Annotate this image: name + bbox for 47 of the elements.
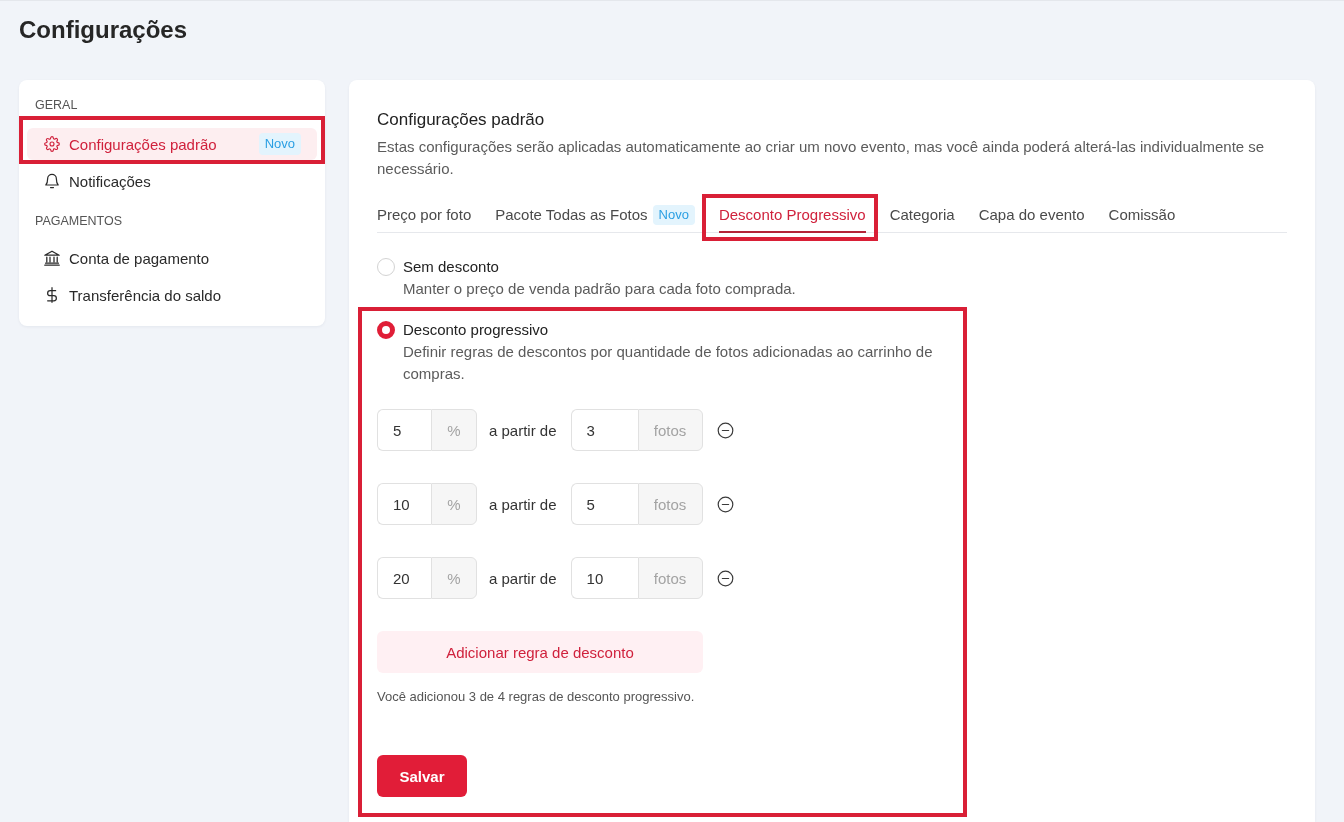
new-badge: Novo xyxy=(652,205,695,225)
save-button[interactable]: Salvar xyxy=(377,755,467,797)
unit-label: % xyxy=(431,409,477,451)
bank-icon xyxy=(44,250,60,266)
page-title: Configurações xyxy=(19,15,189,45)
tab[interactable]: Desconto Progressivo xyxy=(718,205,866,233)
unit-label: % xyxy=(431,557,477,599)
option-label: Desconto progressivo xyxy=(403,320,549,340)
section-heading: PAGAMENTOS xyxy=(34,213,124,229)
unit-label: fotos xyxy=(637,483,703,525)
add-rule-button[interactable]: Adicionar regra de desconto xyxy=(377,631,703,673)
minus-circle-icon[interactable] xyxy=(716,569,734,587)
new-badge: Novo xyxy=(258,133,301,155)
sidebar-item[interactable]: Notificações xyxy=(27,165,317,197)
rules-note: Você adicionou 3 de 4 regras de desconto progressivo. xyxy=(377,688,696,706)
radio-button[interactable] xyxy=(377,321,395,339)
quantity-field[interactable]: 10 xyxy=(570,557,638,599)
connector-text: a partir de xyxy=(489,569,557,587)
option-description: Manter o preço de venda padrão para cada foto comprada. xyxy=(402,279,797,299)
connector-text: a partir de xyxy=(489,495,557,513)
connector-text: a partir de xyxy=(489,421,557,439)
section-heading: GERAL xyxy=(34,97,79,113)
minus-circle-icon[interactable] xyxy=(716,421,734,439)
unit-label: fotos xyxy=(637,409,703,451)
option-label: Sem desconto xyxy=(403,257,499,277)
section-title: Configurações padrão xyxy=(377,109,546,131)
quantity-field[interactable]: 3 xyxy=(570,409,638,451)
percent-field[interactable]: 5 xyxy=(377,409,431,451)
unit-label: % xyxy=(431,483,477,525)
option-description: Definir regras de descontos por quantidade de fotos adicionadas ao carrinho de compras. xyxy=(402,342,934,384)
section-description: Estas configurações serão aplicadas automaticamente ao criar um novo evento, mas você ainda poderá alterá-las individualmente se necessário. xyxy=(377,137,1266,179)
sidebar-item[interactable]: Transferência do saldo xyxy=(27,279,317,311)
bell-icon xyxy=(44,173,60,189)
sidebar-item[interactable]: Conta de pagamento xyxy=(27,242,317,274)
tab[interactable]: Categoria xyxy=(889,205,955,233)
tab[interactable]: Preço por foto xyxy=(377,205,472,233)
percent-field[interactable]: 10 xyxy=(377,483,431,525)
unit-label: fotos xyxy=(637,557,703,599)
quantity-field[interactable]: 5 xyxy=(570,483,638,525)
tab[interactable]: Comissão xyxy=(1108,205,1176,233)
dollar-icon xyxy=(44,287,60,303)
minus-circle-icon[interactable] xyxy=(716,495,734,513)
settings-icon xyxy=(44,136,60,152)
percent-field[interactable]: 20 xyxy=(377,557,431,599)
tab[interactable]: Pacote Todas as Fotos Novo xyxy=(495,205,695,233)
sidebar-item[interactable]: Configurações padrão Novo xyxy=(27,128,317,160)
tab[interactable]: Capa do evento xyxy=(978,205,1085,233)
